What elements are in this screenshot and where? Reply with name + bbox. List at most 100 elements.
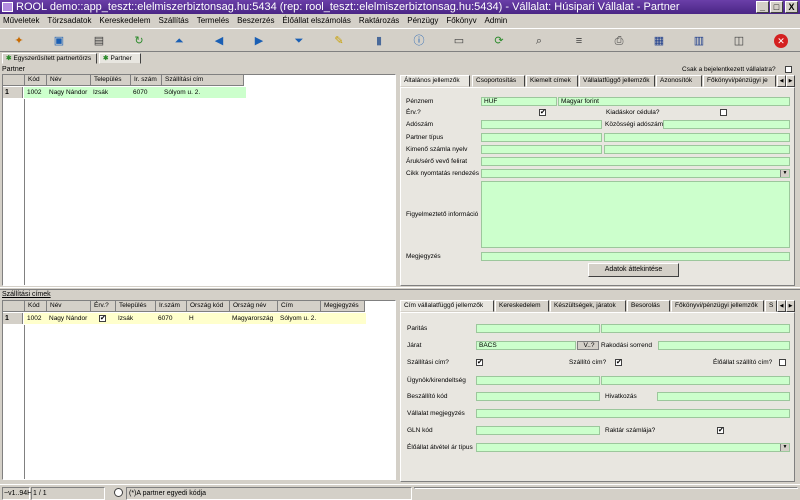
overview-button[interactable]: Adatok áttekintése: [588, 263, 679, 277]
currency-code-field[interactable]: HUF: [481, 97, 557, 106]
column-header[interactable]: Ország kód: [187, 301, 230, 312]
maximize-button[interactable]: □: [770, 1, 783, 13]
route-field[interactable]: BÁCS: [476, 341, 576, 350]
last-record-icon[interactable]: ⏷: [288, 32, 310, 50]
column-header[interactable]: Szállítási cím: [162, 75, 244, 86]
menu-fokonyv[interactable]: Főkönyv: [443, 14, 479, 28]
invoice-language-field[interactable]: [481, 145, 602, 154]
open-icon[interactable]: ▣: [48, 32, 70, 50]
close-icon[interactable]: ✕: [770, 32, 792, 50]
menu-eloallat[interactable]: Élőállat elszámolás: [279, 14, 353, 28]
window-icon[interactable]: ◫: [728, 32, 750, 50]
close-window-button[interactable]: X: [785, 1, 798, 13]
delivery-note-checkbox[interactable]: [720, 109, 727, 116]
tab-scroll-right-icon[interactable]: ▶: [786, 75, 795, 87]
list-icon[interactable]: ≡: [568, 32, 590, 50]
tab-grouping[interactable]: Csoportosítás: [472, 75, 525, 87]
sort-order-dropdown[interactable]: ▼: [481, 169, 790, 178]
table-icon[interactable]: ▥: [688, 32, 710, 50]
menu-muveletek[interactable]: Műveletek: [0, 14, 42, 28]
parity-name-field[interactable]: [601, 324, 790, 333]
column-header[interactable]: Kód: [25, 301, 47, 312]
splitter[interactable]: [0, 287, 800, 290]
column-header[interactable]: Település: [91, 75, 131, 86]
tab-ledger-financial[interactable]: Főkönyvi/pénzügyi jellemzők: [671, 300, 764, 312]
radio-button[interactable]: [114, 488, 123, 497]
refresh-icon[interactable]: ↻: [128, 32, 150, 50]
tab-highlighted-addresses[interactable]: Kiemelt címek: [526, 75, 578, 87]
menu-torzsadatok[interactable]: Törzsadatok: [44, 14, 94, 28]
parity-field[interactable]: [476, 324, 600, 333]
invoice-language-name-field[interactable]: [604, 145, 790, 154]
save-icon[interactable]: ▤: [88, 32, 110, 50]
supplier-code-field[interactable]: [476, 392, 600, 401]
warehouse-invoice-checkbox[interactable]: ✔: [717, 427, 724, 434]
next-record-icon[interactable]: ▶: [248, 32, 270, 50]
column-header[interactable]: Érv.?: [91, 301, 116, 312]
calendar-icon[interactable]: ▦: [648, 32, 670, 50]
previous-record-icon[interactable]: ◀: [208, 32, 230, 50]
supplier-address-checkbox[interactable]: ✔: [615, 359, 622, 366]
column-header[interactable]: Kód: [25, 75, 47, 86]
column-header[interactable]: Név: [47, 75, 91, 86]
note-field[interactable]: [481, 252, 790, 261]
menu-termeles[interactable]: Termelés: [194, 14, 232, 28]
tab-scroll-right-icon[interactable]: ▶: [786, 300, 795, 312]
menu-szallitas[interactable]: Szállítás: [156, 14, 192, 28]
reload-icon[interactable]: ⟳: [488, 32, 510, 50]
livestock-price-dropdown[interactable]: ▼: [476, 443, 790, 452]
tab-address-company[interactable]: Cím vállalatfüggő jellemzők: [400, 300, 494, 312]
agent-name-field[interactable]: [601, 376, 790, 385]
form-icon[interactable]: ▭: [448, 32, 470, 50]
valid-checkbox[interactable]: ✔: [99, 314, 106, 322]
column-header[interactable]: Ir. szám: [131, 75, 162, 86]
row-number[interactable]: 1: [3, 313, 23, 324]
table-row[interactable]: 1002 Nagy Nándor Izsák 6070 Sólyom u. 2.: [24, 87, 246, 98]
tab-more[interactable]: S: [765, 300, 777, 312]
tab-company-dependent[interactable]: Vállalatfüggő jellemzők: [579, 75, 655, 87]
search-icon[interactable]: ⌕: [528, 32, 550, 50]
valid-checkbox[interactable]: ✔: [539, 109, 546, 116]
gln-field[interactable]: [476, 426, 600, 435]
tax-number-field[interactable]: [481, 120, 602, 129]
edit-icon[interactable]: ✎: [328, 32, 350, 50]
minimize-button[interactable]: _: [756, 1, 769, 13]
menu-penzugy[interactable]: Pénzügy: [404, 14, 441, 28]
tab-ledger[interactable]: Főkönyvi/pénzügyi je: [703, 75, 776, 87]
shipping-address-checkbox[interactable]: ✔: [476, 359, 483, 366]
buyer-label-field[interactable]: [481, 157, 790, 166]
column-header[interactable]: Megjegyzés: [321, 301, 365, 312]
tab-scroll-left-icon[interactable]: ◀: [777, 300, 786, 312]
tab-classification[interactable]: Besorolás: [627, 300, 670, 312]
table-row[interactable]: 1002 Nagy Nándor ✔ Izsák 6070 H Magyaror…: [24, 313, 366, 324]
partner-type-name-field[interactable]: [604, 133, 790, 142]
menu-raktarozas[interactable]: Raktározás: [356, 14, 402, 28]
tab-partner[interactable]: ✱ Partner: [99, 53, 141, 64]
company-note-field[interactable]: [476, 409, 790, 418]
menu-admin[interactable]: Admin: [482, 14, 511, 28]
office-field[interactable]: [657, 392, 790, 401]
column-header[interactable]: Település: [116, 301, 156, 312]
info-icon[interactable]: ⓘ: [408, 32, 430, 50]
livestock-address-checkbox[interactable]: [779, 359, 786, 366]
column-header[interactable]: Ir.szám: [156, 301, 187, 312]
column-header[interactable]: Ország név: [230, 301, 278, 312]
currency-name-field[interactable]: Magyar forint: [558, 97, 790, 106]
only-logged-company-checkbox[interactable]: [785, 66, 792, 73]
menu-beszerzes[interactable]: Beszerzés: [234, 14, 277, 28]
delete-icon[interactable]: ▮: [368, 32, 390, 50]
tab-simplified-partner[interactable]: ✱ Egyszerűsített partnertörzs: [2, 53, 97, 64]
column-header[interactable]: Név: [47, 301, 91, 312]
partner-type-field[interactable]: [481, 133, 602, 142]
tab-trade[interactable]: Kereskedelem: [495, 300, 549, 312]
column-header[interactable]: Cím: [278, 301, 321, 312]
tab-identifiers[interactable]: Azonosítók: [656, 75, 702, 87]
print-icon[interactable]: ⎙: [608, 32, 630, 50]
wizard-icon[interactable]: ✦: [8, 32, 30, 50]
tab-general[interactable]: Általános jellemzők: [400, 75, 470, 87]
eu-tax-number-field[interactable]: [663, 120, 790, 129]
warning-info-field[interactable]: [481, 181, 790, 248]
row-number[interactable]: 1: [3, 87, 23, 98]
menu-kereskedelem[interactable]: Kereskedelem: [96, 14, 153, 28]
agent-field[interactable]: [476, 376, 600, 385]
